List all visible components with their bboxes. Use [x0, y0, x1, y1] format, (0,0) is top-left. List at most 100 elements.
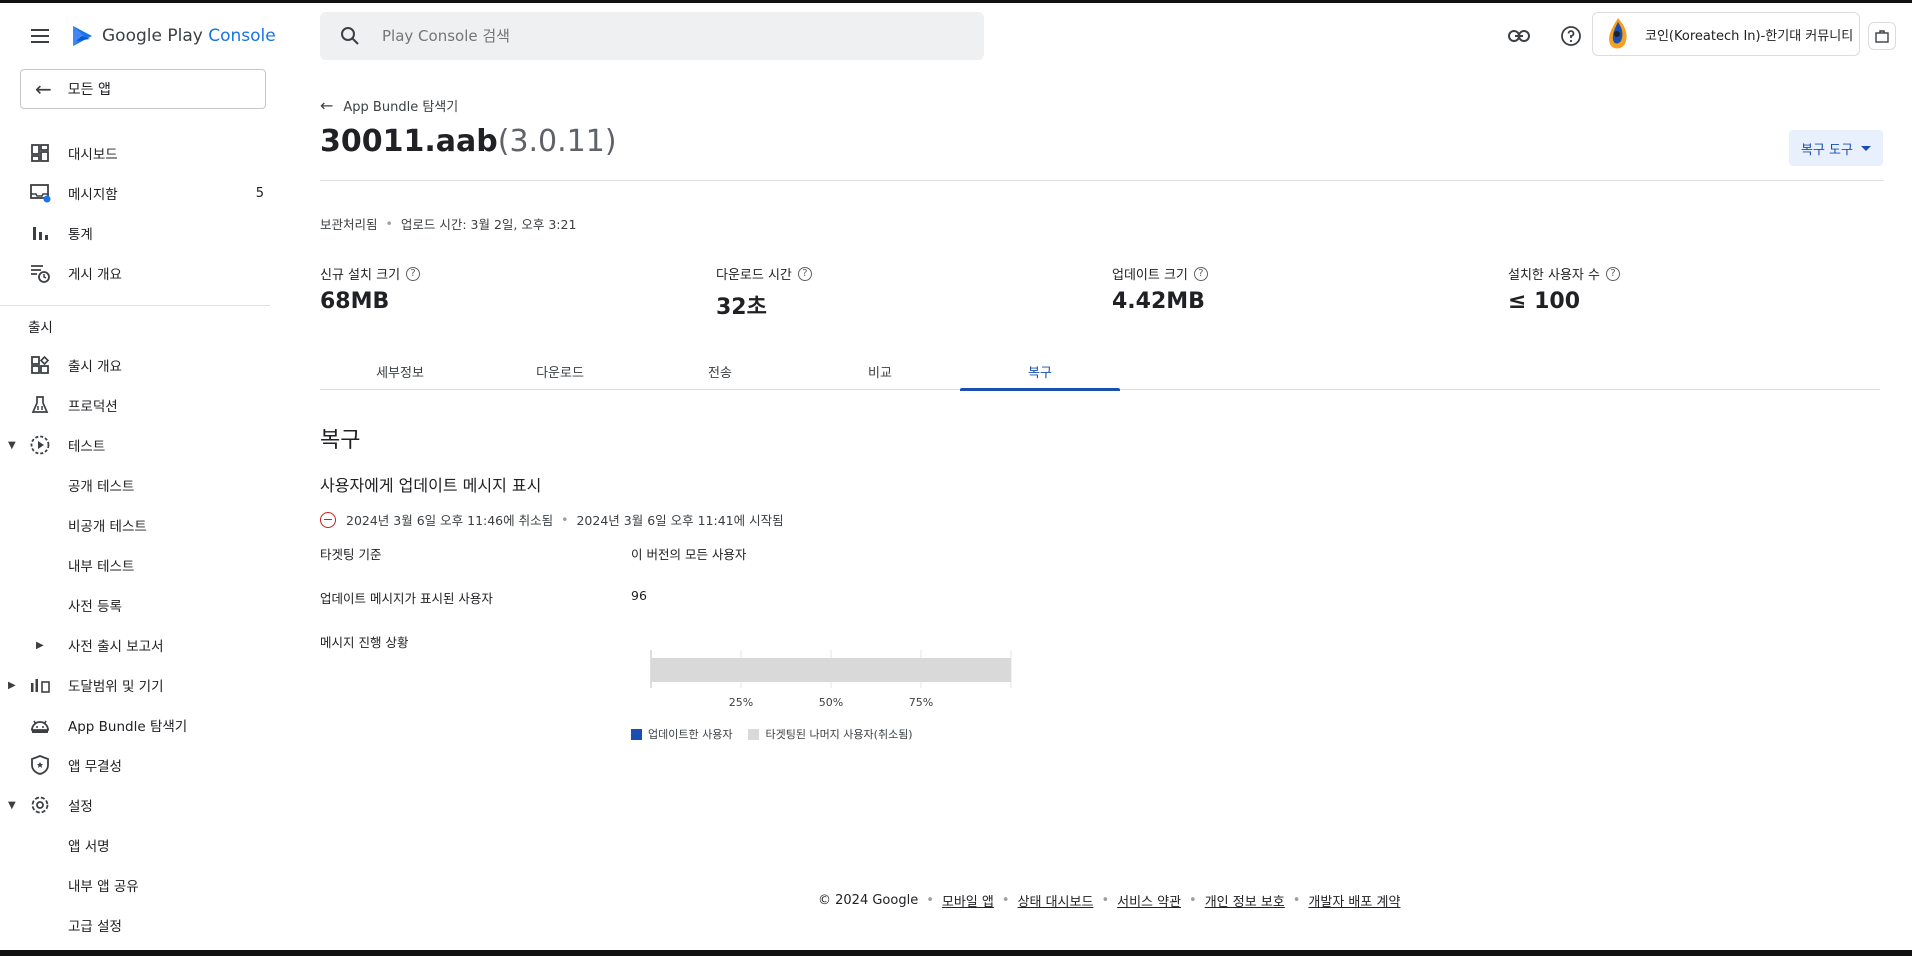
- footer: © 2024 Google • 모바일 앱 • 상태 대시보드 • 서비스 약관…: [818, 891, 1401, 910]
- legend-label: 타겟팅된 나머지 사용자(취소됨): [765, 728, 913, 741]
- sidebar: Google Play Console ← 모든 앱 대시보드 메시지함 5 통…: [0, 0, 280, 956]
- legend-label: 업데이트한 사용자: [648, 728, 733, 741]
- sidebar-item-release-overview[interactable]: 출시 개요: [0, 345, 270, 385]
- sidebar-item-internal-app-sharing[interactable]: 내부 앱 공유: [0, 865, 270, 905]
- side-panel-button[interactable]: [1868, 22, 1896, 50]
- inbox-count-badge: 5: [255, 185, 264, 201]
- release-overview-icon: [28, 353, 52, 377]
- sidebar-item-app-integrity[interactable]: 앱 무결성: [0, 745, 270, 785]
- play-console-logo-icon: [73, 26, 92, 46]
- stat-label: 업데이트 크기: [1112, 268, 1188, 283]
- footer-link-status-dashboard[interactable]: 상태 대시보드: [1018, 891, 1094, 910]
- sidebar-item-app-bundle-explorer[interactable]: App Bundle 탐색기: [0, 705, 270, 745]
- sidebar-item-pre-registration[interactable]: 사전 등록: [0, 585, 270, 625]
- sidebar-item-internal-testing[interactable]: 내부 테스트: [0, 545, 270, 585]
- help-icon[interactable]: [1557, 22, 1585, 50]
- footer-link-privacy[interactable]: 개인 정보 보호: [1205, 891, 1285, 910]
- sidebar-item-statistics[interactable]: 통계: [0, 213, 270, 253]
- footer-link-developer-agreement[interactable]: 개발자 배포 계약: [1308, 891, 1400, 910]
- release-section-header: 출시: [0, 305, 270, 345]
- sidebar-item-dashboard[interactable]: 대시보드: [0, 133, 270, 173]
- stat-update-size: 업데이트 크기? 4.42MB: [1112, 264, 1208, 314]
- sidebar-item-label: 메시지함: [68, 187, 118, 203]
- sidebar-item-publishing-overview[interactable]: 게시 개요: [0, 253, 270, 293]
- inbox-icon: [28, 181, 52, 205]
- breadcrumb-label: App Bundle 탐색기: [343, 100, 459, 115]
- play-console-logo[interactable]: Google Play Console: [70, 23, 276, 49]
- restore-tool-dropdown[interactable]: 복구 도구: [1789, 130, 1883, 166]
- sidebar-item-production[interactable]: 프로덕션: [0, 385, 270, 425]
- account-name: 코인(Koreatech In)-한기대 커뮤니티: [1645, 28, 1854, 44]
- expand-caret-icon[interactable]: ▼: [8, 440, 16, 451]
- sidebar-item-advanced-settings[interactable]: 고급 설정: [0, 905, 270, 945]
- sidebar-item-reach-devices[interactable]: ▶ 도달범위 및 기기: [0, 665, 270, 705]
- restore-tool-label: 복구 도구: [1801, 142, 1853, 158]
- top-actions: [1505, 22, 1585, 50]
- sidebar-item-label: 출시 개요: [68, 359, 122, 375]
- tab-recovery[interactable]: 복구: [960, 352, 1120, 391]
- sidebar-item-closed-testing[interactable]: 비공개 테스트: [0, 505, 270, 545]
- menu-icon[interactable]: [28, 24, 52, 48]
- sidebar-item-label: 게시 개요: [68, 267, 122, 283]
- footer-link-terms[interactable]: 서비스 약관: [1117, 891, 1181, 910]
- targeting-value: 이 버전의 모든 사용자: [631, 547, 747, 562]
- progress-label: 메시지 진행 상황: [320, 635, 409, 650]
- all-apps-button[interactable]: ← 모든 앱: [20, 69, 266, 109]
- bundle-file-name: 30011.aab: [320, 124, 498, 159]
- header-divider: [320, 180, 1884, 181]
- tab-delivery[interactable]: 전송: [640, 352, 800, 390]
- help-icon[interactable]: ?: [406, 266, 421, 281]
- sidebar-item-label: 사전 등록: [68, 599, 122, 615]
- section-title: 복구: [320, 428, 361, 453]
- search-bar[interactable]: [320, 12, 984, 60]
- expand-caret-icon[interactable]: ▼: [8, 800, 16, 811]
- stat-value: 68MB: [320, 289, 390, 314]
- brand-name: Google Play: [102, 26, 203, 46]
- test-icon: [28, 433, 52, 457]
- bundle-status-row: 보관처리됨 • 업로드 시간: 3월 2일, 오후 3:21: [320, 214, 576, 233]
- sidebar-item-label: 비공개 테스트: [68, 519, 147, 535]
- bar-remaining-users: [651, 658, 1011, 682]
- stat-label: 설치한 사용자 수: [1508, 268, 1600, 283]
- sidebar-item-label: 테스트: [68, 439, 106, 455]
- search-input[interactable]: [382, 27, 882, 45]
- sidebar-item-open-testing[interactable]: 공개 테스트: [0, 465, 270, 505]
- sidebar-header: Google Play Console: [0, 14, 276, 58]
- shield-icon: [28, 753, 52, 777]
- tab-details[interactable]: 세부정보: [320, 352, 480, 390]
- tab-compare[interactable]: 비교: [800, 352, 960, 390]
- briefcase-icon: [1875, 30, 1889, 43]
- breadcrumb[interactable]: ← App Bundle 탐색기: [320, 96, 458, 115]
- help-icon[interactable]: ?: [797, 266, 812, 281]
- sidebar-item-app-signing[interactable]: 앱 서명: [0, 825, 270, 865]
- sidebar-item-inbox[interactable]: 메시지함 5: [0, 173, 270, 213]
- sidebar-item-settings[interactable]: ▼ 설정: [0, 785, 270, 825]
- sidebar-item-pre-launch-report[interactable]: ▶ 사전 출시 보고서: [0, 625, 270, 665]
- expand-caret-icon[interactable]: ▶: [36, 640, 44, 651]
- link-icon[interactable]: [1505, 22, 1533, 50]
- stat-installed-users: 설치한 사용자 수? ≤ 100: [1508, 264, 1620, 314]
- sidebar-item-label: 앱 서명: [68, 839, 110, 855]
- stat-download-time: 다운로드 시간? 32초: [716, 264, 812, 321]
- stat-label: 신규 설치 크기: [320, 268, 401, 283]
- chart-legend: 업데이트한 사용자 타겟팅된 나머지 사용자(취소됨): [631, 726, 929, 742]
- tab-label: 복구: [1028, 365, 1052, 381]
- sidebar-item-label: 프로덕션: [68, 399, 118, 415]
- window-top-edge: [0, 0, 1912, 3]
- expand-caret-icon[interactable]: ▶: [8, 680, 16, 691]
- help-icon[interactable]: ?: [1606, 266, 1620, 281]
- legend-swatch: [748, 728, 760, 740]
- footer-link-mobile-app[interactable]: 모바일 앱: [942, 891, 994, 910]
- help-icon[interactable]: ?: [1193, 266, 1208, 281]
- account-switcher[interactable]: 코인(Koreatech In)-한기대 커뮤니티: [1592, 12, 1860, 56]
- reach-devices-icon: [28, 673, 52, 697]
- production-icon: [28, 393, 52, 417]
- all-apps-label: 모든 앱: [67, 82, 111, 98]
- tab-label: 다운로드: [536, 365, 584, 381]
- event-started-time: 2024년 3월 6일 오후 11:41에 시작됨: [576, 513, 784, 528]
- tab-downloads[interactable]: 다운로드: [480, 352, 640, 390]
- sidebar-item-test[interactable]: ▼ 테스트: [0, 425, 270, 465]
- stat-new-install-size: 신규 설치 크기? 68MB: [320, 264, 421, 314]
- targeting-label: 타겟팅 기준: [320, 547, 382, 562]
- window-bottom-edge: [0, 950, 1912, 956]
